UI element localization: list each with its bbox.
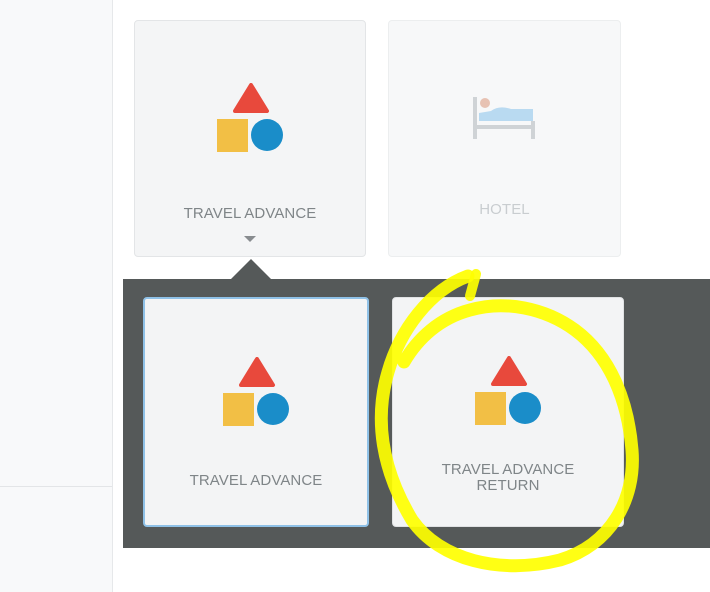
subcategory-label: TRAVEL ADVANCE RETURN <box>393 462 623 494</box>
subcategory-label-line2: RETURN <box>476 477 540 494</box>
sidebar <box>0 0 113 592</box>
chevron-down-icon <box>244 236 256 242</box>
category-label: HOTEL <box>479 201 530 218</box>
category-label: TRAVEL ADVANCE <box>183 205 317 222</box>
subcategory-tile-travel-advance[interactable]: TRAVEL ADVANCE <box>143 297 369 527</box>
shapes-icon <box>475 356 541 425</box>
category-tile-hotel[interactable]: HOTEL <box>388 20 621 257</box>
bed-icon <box>473 97 535 139</box>
subcategory-label: TRAVEL ADVANCE <box>189 472 323 489</box>
subcategory-tile-travel-advance-return[interactable]: TRAVEL ADVANCE RETURN <box>392 297 624 527</box>
category-tile-travel-advance[interactable]: TRAVEL ADVANCE <box>134 20 366 257</box>
subcategory-label-line1: TRAVEL ADVANCE <box>441 461 575 478</box>
shapes-icon <box>223 357 289 426</box>
panel-pointer <box>231 259 271 279</box>
shapes-icon <box>217 83 283 152</box>
sidebar-divider <box>0 486 112 487</box>
